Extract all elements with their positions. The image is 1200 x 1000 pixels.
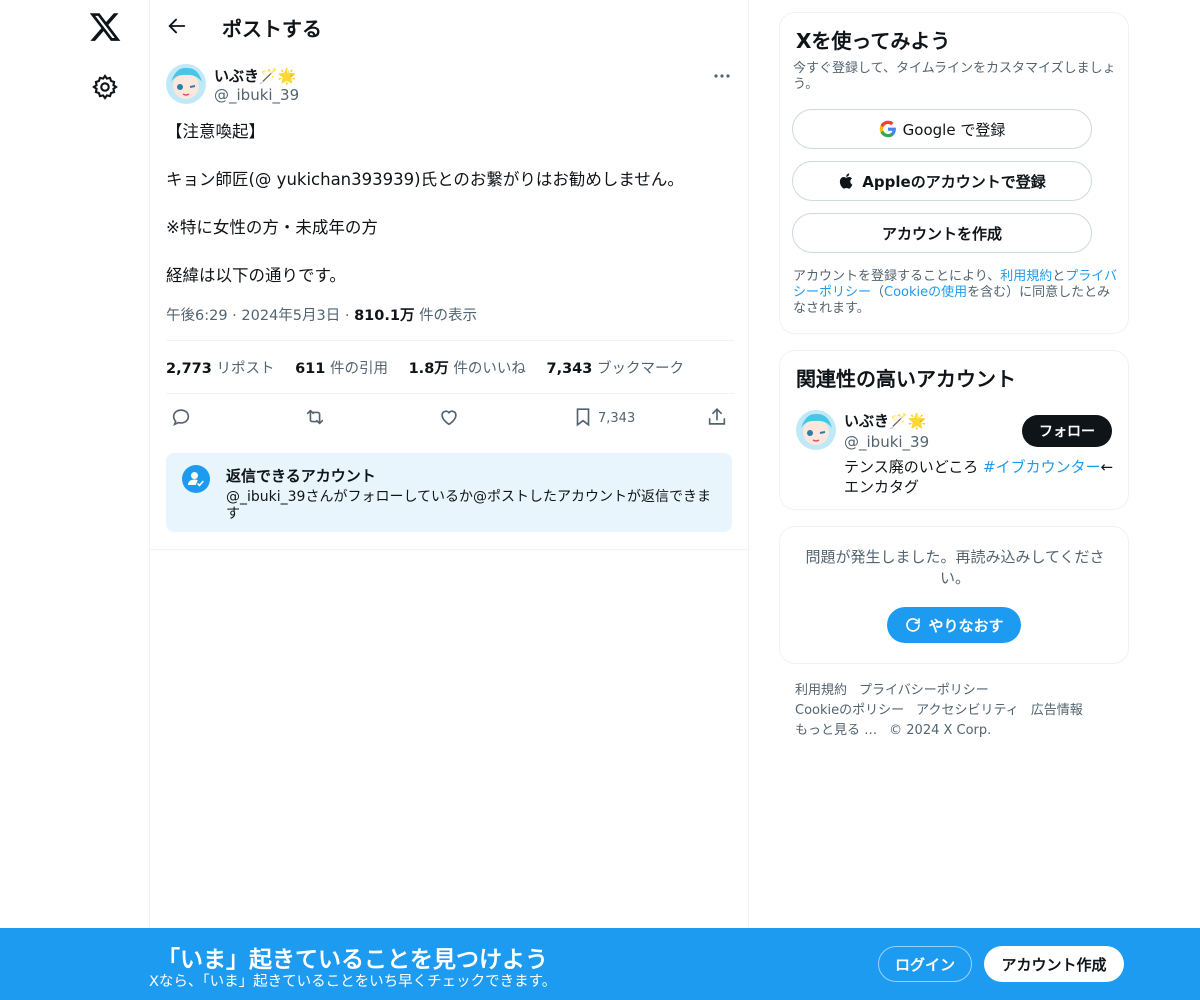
bookmarks-stat[interactable]: 7,343 ブックマーク (547, 361, 684, 377)
retry-label: やりなおす (928, 616, 1004, 635)
follow-button[interactable]: フォロー (1022, 415, 1112, 447)
author-handle[interactable]: @_ibuki_39 (214, 86, 299, 104)
bookmark-count: 7,343 (598, 411, 636, 426)
page-title: ポストする (222, 17, 322, 41)
post-line: 経緯は以下の通りです。 (166, 266, 346, 285)
left-nav (0, 0, 150, 1000)
hashtag-link[interactable]: #イブカウンター (983, 458, 1101, 476)
bottom-bar-subtitle: Xなら、「いま」起きていることをいち早くチェックできます。 (149, 974, 557, 990)
signup-card: Xを使ってみよう 今すぐ登録して、タイムラインをカスタマイズしましょう。 Goo… (779, 12, 1129, 334)
footer-link-more[interactable]: もっと見る … (795, 723, 877, 738)
related-accounts-card: 関連性の高いアカウント いぶき🪄🌟 @_ibuki_39 フォロー テンス廃のい… (779, 350, 1129, 510)
views-label: 件の表示 (419, 308, 478, 324)
more-options-icon[interactable] (712, 66, 732, 86)
divider (166, 393, 734, 394)
google-icon (879, 120, 896, 138)
divider (150, 549, 750, 550)
post-line: ※特に女性の方・未成年の方 (166, 218, 378, 237)
create-account-label: アカウントを作成 (881, 224, 1002, 243)
refresh-icon (906, 618, 921, 632)
footer-links: 利用規約 プライバシーポリシー Cookieのポリシー アクセシビリティ 広告情報 も… (795, 681, 1125, 741)
terms-notice: アカウントを登録することにより、利用規約とプライバシーポリシー（Cookieの使… (793, 269, 1118, 316)
footer-link[interactable]: Cookieのポリシー (795, 703, 904, 718)
bookmark-icon[interactable] (572, 406, 594, 428)
apple-signup-label: Appleのアカウントで登録 (862, 172, 1046, 191)
quotes-stat[interactable]: 611 件の引用 (295, 361, 388, 377)
related-account-name[interactable]: いぶき🪄🌟 (844, 410, 926, 431)
related-accounts-title: 関連性の高いアカウント (796, 367, 1016, 391)
signup-button[interactable]: アカウント作成 (984, 946, 1124, 982)
terms-link[interactable]: 利用規約 (1000, 269, 1052, 284)
error-message: 問題が発生しました。再読み込みしてください。 (805, 548, 1105, 587)
reply-restriction-notice: 返信できるアカウント @_ibuki_39さんがフォローしているか@ポストしたア… (166, 453, 732, 532)
share-icon[interactable] (706, 406, 728, 428)
bottom-bar-title: 「いま」起きていることを見つけよう (157, 947, 548, 973)
post-text: 【注意喚起】 キョン師匠(@ yukichan393939)氏とのお繋がりはお勧… (166, 120, 734, 312)
views-count: 810.1万 (354, 308, 415, 324)
reply-restriction-icon (182, 465, 210, 493)
avatar[interactable] (796, 410, 836, 450)
reply-icon[interactable] (170, 406, 192, 428)
avatar[interactable] (166, 64, 206, 104)
post-actions: 7,343 (166, 404, 734, 432)
apple-signup-button[interactable]: Appleのアカウントで登録 (792, 161, 1092, 201)
related-account-bio: テンス廃のいどころ #イブカウンター←エンカタグ (844, 458, 1114, 496)
cookie-link[interactable]: Cookieの使用 (884, 285, 967, 300)
signup-card-title: Xを使ってみよう (796, 29, 951, 53)
create-account-button[interactable]: アカウントを作成 (792, 213, 1092, 253)
back-arrow-icon[interactable] (166, 15, 188, 37)
apple-icon (840, 173, 853, 189)
likes-stat[interactable]: 1.8万 件のいいね (409, 361, 526, 377)
x-logo-icon[interactable] (88, 10, 122, 44)
reposts-stat[interactable]: 2,773 リポスト (166, 361, 274, 377)
gear-icon[interactable] (91, 73, 119, 101)
post-time[interactable]: 午後6:29 (166, 308, 228, 324)
reply-restriction-title: 返信できるアカウント (226, 467, 376, 485)
login-button[interactable]: ログイン (878, 946, 972, 982)
post-line: 【注意喚起】 (166, 122, 265, 141)
footer-link[interactable]: アクセシビリティ (916, 703, 1019, 718)
footer-link[interactable]: 利用規約 (795, 683, 847, 698)
divider (166, 340, 734, 341)
bottom-signup-bar: 「いま」起きていることを見つけよう Xなら、「いま」起きていることをいち早くチェ… (0, 928, 1200, 1000)
author-name[interactable]: いぶき🪄🌟 (214, 65, 296, 86)
header: ポストする (150, 0, 750, 53)
google-signup-button[interactable]: Google で登録 (792, 109, 1092, 149)
retry-button[interactable]: やりなおす (887, 607, 1021, 643)
footer-link[interactable]: プライバシーポリシー (859, 683, 989, 698)
post-date[interactable]: 2024年5月3日 (241, 308, 340, 324)
main-column: ポストする いぶき🪄🌟 @_ibuki_39 【注意喚起】 キョン師匠(@ yu… (149, 0, 750, 1000)
like-icon[interactable] (438, 406, 460, 428)
signup-card-subtitle: 今すぐ登録して、タイムラインをカスタマイズしましょう。 (793, 61, 1116, 92)
footer-link[interactable]: 広告情報 (1031, 703, 1083, 718)
post-meta: 午後6:29 · 2024年5月3日 · 810.1万 件の表示 (166, 308, 478, 324)
post-stats: 2,773 リポスト 611 件の引用 1.8万 件のいいね 7,343 ブック… (166, 357, 700, 378)
repost-icon[interactable] (304, 406, 326, 428)
reply-restriction-description: @_ibuki_39さんがフォローしているか@ポストしたアカウントが返信できます (226, 489, 712, 522)
related-account-handle[interactable]: @_ibuki_39 (844, 433, 929, 451)
copyright: © 2024 X Corp. (889, 723, 992, 738)
google-signup-label: Google で登録 (902, 120, 1006, 139)
error-card: 問題が発生しました。再読み込みしてください。 やりなおす (779, 526, 1129, 664)
post-line: キョン師匠(@ yukichan393939)氏とのお繋がりはお勧めしません。 (166, 170, 684, 189)
